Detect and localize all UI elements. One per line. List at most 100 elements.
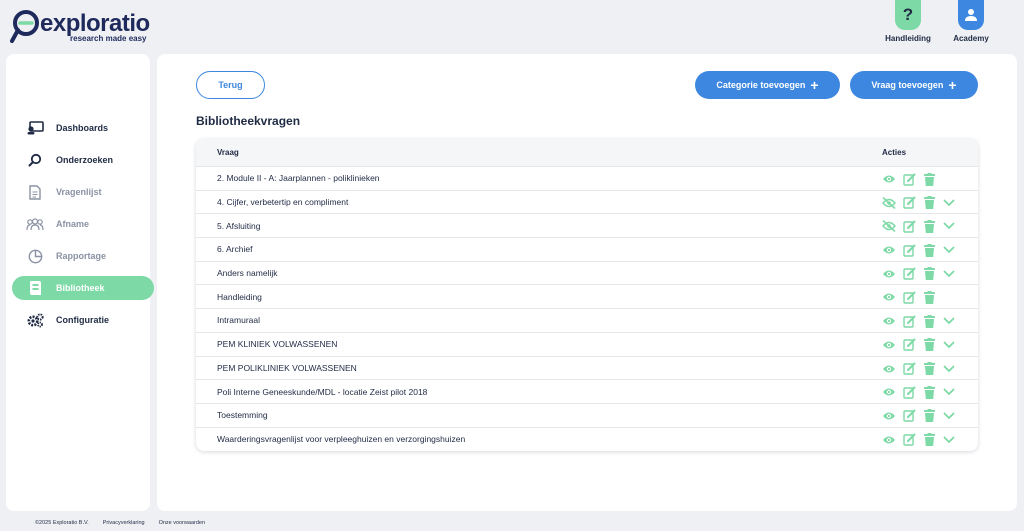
sidebar-item-label: Onderzoeken	[56, 155, 114, 165]
back-button[interactable]: Terug	[196, 71, 265, 99]
chevron-down-icon[interactable]	[942, 409, 956, 423]
trash-icon[interactable]	[922, 409, 936, 423]
help-label: Handleiding	[885, 34, 931, 43]
eye-icon[interactable]	[882, 243, 896, 257]
sidebar-item-vragenlijst[interactable]: Vragenlijst	[12, 180, 154, 204]
trash-icon[interactable]	[922, 385, 936, 399]
add-question-label: Vraag toevoegen	[871, 80, 944, 90]
plus-icon: +	[948, 77, 957, 93]
logo[interactable]: exploratio research made easy	[10, 8, 150, 44]
trash-icon[interactable]	[922, 243, 936, 257]
question-name: 5. Afsluiting	[217, 220, 261, 231]
chevron-down-icon[interactable]	[942, 267, 956, 281]
trash-icon[interactable]	[922, 172, 936, 186]
trash-icon[interactable]	[922, 290, 936, 304]
row-actions	[882, 196, 956, 210]
trash-icon[interactable]	[922, 267, 936, 281]
chevron-down-icon[interactable]	[942, 314, 956, 328]
sidebar-item-onderzoeken[interactable]: Onderzoeken	[12, 148, 154, 172]
chevron-down-icon[interactable]	[942, 385, 956, 399]
question-name: Handleiding	[217, 291, 262, 302]
chevron-down-icon[interactable]	[942, 433, 956, 447]
chevron-down-icon[interactable]	[942, 196, 956, 210]
column-header-acties: Acties	[882, 148, 907, 157]
eye-icon[interactable]	[882, 338, 896, 352]
sidebar-item-label: Rapportage	[56, 251, 107, 261]
question-name: Waarderingsvragenlijst voor verpleeghuiz…	[217, 434, 466, 445]
sidebar-nav: Dashboards Onderzoeken Vragenlijst Afnam…	[12, 116, 154, 340]
privacy-link[interactable]: Privacyverklaring	[103, 520, 145, 526]
eye-off-icon[interactable]	[882, 219, 896, 233]
eye-icon[interactable]	[882, 314, 896, 328]
people-icon	[26, 216, 44, 232]
sidebar-item-configuratie[interactable]: Configuratie	[12, 308, 154, 332]
table-row: PEM KLINIEK VOLWASSENEN	[196, 333, 978, 357]
chevron-down-icon[interactable]	[942, 243, 956, 257]
academy-button[interactable]: Academy	[941, 0, 1001, 43]
question-name: PEM POLIKLINIEK VOLWASSENEN	[217, 362, 357, 373]
edit-icon[interactable]	[902, 172, 916, 186]
edit-icon[interactable]	[902, 290, 916, 304]
edit-icon[interactable]	[902, 267, 916, 281]
trash-icon[interactable]	[922, 338, 936, 352]
questions-table: Vraag Acties 2. Module II - A: Jaarplann…	[196, 139, 978, 451]
table-header: Vraag Acties	[196, 139, 978, 167]
chevron-down-icon[interactable]	[942, 362, 956, 376]
row-actions	[882, 385, 956, 399]
add-question-button[interactable]: Vraag toevoegen +	[850, 71, 978, 99]
table-row: Anders namelijk	[196, 262, 978, 286]
edit-icon[interactable]	[902, 219, 916, 233]
help-button[interactable]: ? Handleiding	[878, 0, 938, 43]
row-actions	[882, 219, 956, 233]
eye-icon[interactable]	[882, 409, 896, 423]
edit-icon[interactable]	[902, 338, 916, 352]
eye-icon[interactable]	[882, 290, 896, 304]
chevron-down-icon[interactable]	[942, 338, 956, 352]
row-actions	[882, 267, 956, 281]
eye-icon[interactable]	[882, 362, 896, 376]
eye-off-icon[interactable]	[882, 196, 896, 210]
question-name: Toestemming	[217, 410, 268, 421]
row-actions	[882, 362, 956, 376]
edit-icon[interactable]	[902, 433, 916, 447]
eye-icon[interactable]	[882, 385, 896, 399]
question-name: 2. Module II - A: Jaarplannen - poliklin…	[217, 173, 380, 184]
edit-icon[interactable]	[902, 243, 916, 257]
pie-chart-icon	[26, 248, 44, 264]
row-actions	[882, 433, 956, 447]
trash-icon[interactable]	[922, 362, 936, 376]
sidebar-item-dashboards[interactable]: Dashboards	[12, 116, 154, 140]
table-row: Toestemming	[196, 404, 978, 428]
table-body: 2. Module II - A: Jaarplannen - poliklin…	[196, 167, 978, 451]
question-name: Intramuraal	[217, 315, 260, 326]
eye-icon[interactable]	[882, 267, 896, 281]
eye-icon[interactable]	[882, 433, 896, 447]
question-name: 6. Archief	[217, 244, 253, 255]
eye-icon[interactable]	[882, 172, 896, 186]
question-mark-icon: ?	[902, 5, 914, 24]
edit-icon[interactable]	[902, 385, 916, 399]
logo-tagline: research made easy	[70, 34, 147, 43]
row-actions	[882, 338, 956, 352]
trash-icon[interactable]	[922, 314, 936, 328]
terms-link[interactable]: Onze voorwaarden	[159, 520, 205, 526]
edit-icon[interactable]	[902, 409, 916, 423]
sidebar-item-bibliotheek[interactable]: Bibliotheek	[12, 276, 154, 300]
edit-icon[interactable]	[902, 196, 916, 210]
sidebar-item-afname[interactable]: Afname	[12, 212, 154, 236]
row-actions	[882, 290, 936, 304]
dashboard-icon	[26, 120, 44, 136]
add-category-button[interactable]: Categorie toevoegen +	[695, 71, 840, 99]
sidebar-item-rapportage[interactable]: Rapportage	[12, 244, 154, 268]
row-actions	[882, 243, 956, 257]
gears-icon	[26, 312, 44, 328]
sidebar-item-label: Afname	[56, 219, 90, 229]
chevron-down-icon[interactable]	[942, 219, 956, 233]
edit-icon[interactable]	[902, 314, 916, 328]
trash-icon[interactable]	[922, 196, 936, 210]
table-row: Poli Interne Geneeskunde/MDL - locatie Z…	[196, 380, 978, 404]
trash-icon[interactable]	[922, 219, 936, 233]
edit-icon[interactable]	[902, 362, 916, 376]
table-row: Waarderingsvragenlijst voor verpleeghuiz…	[196, 428, 978, 451]
trash-icon[interactable]	[922, 433, 936, 447]
